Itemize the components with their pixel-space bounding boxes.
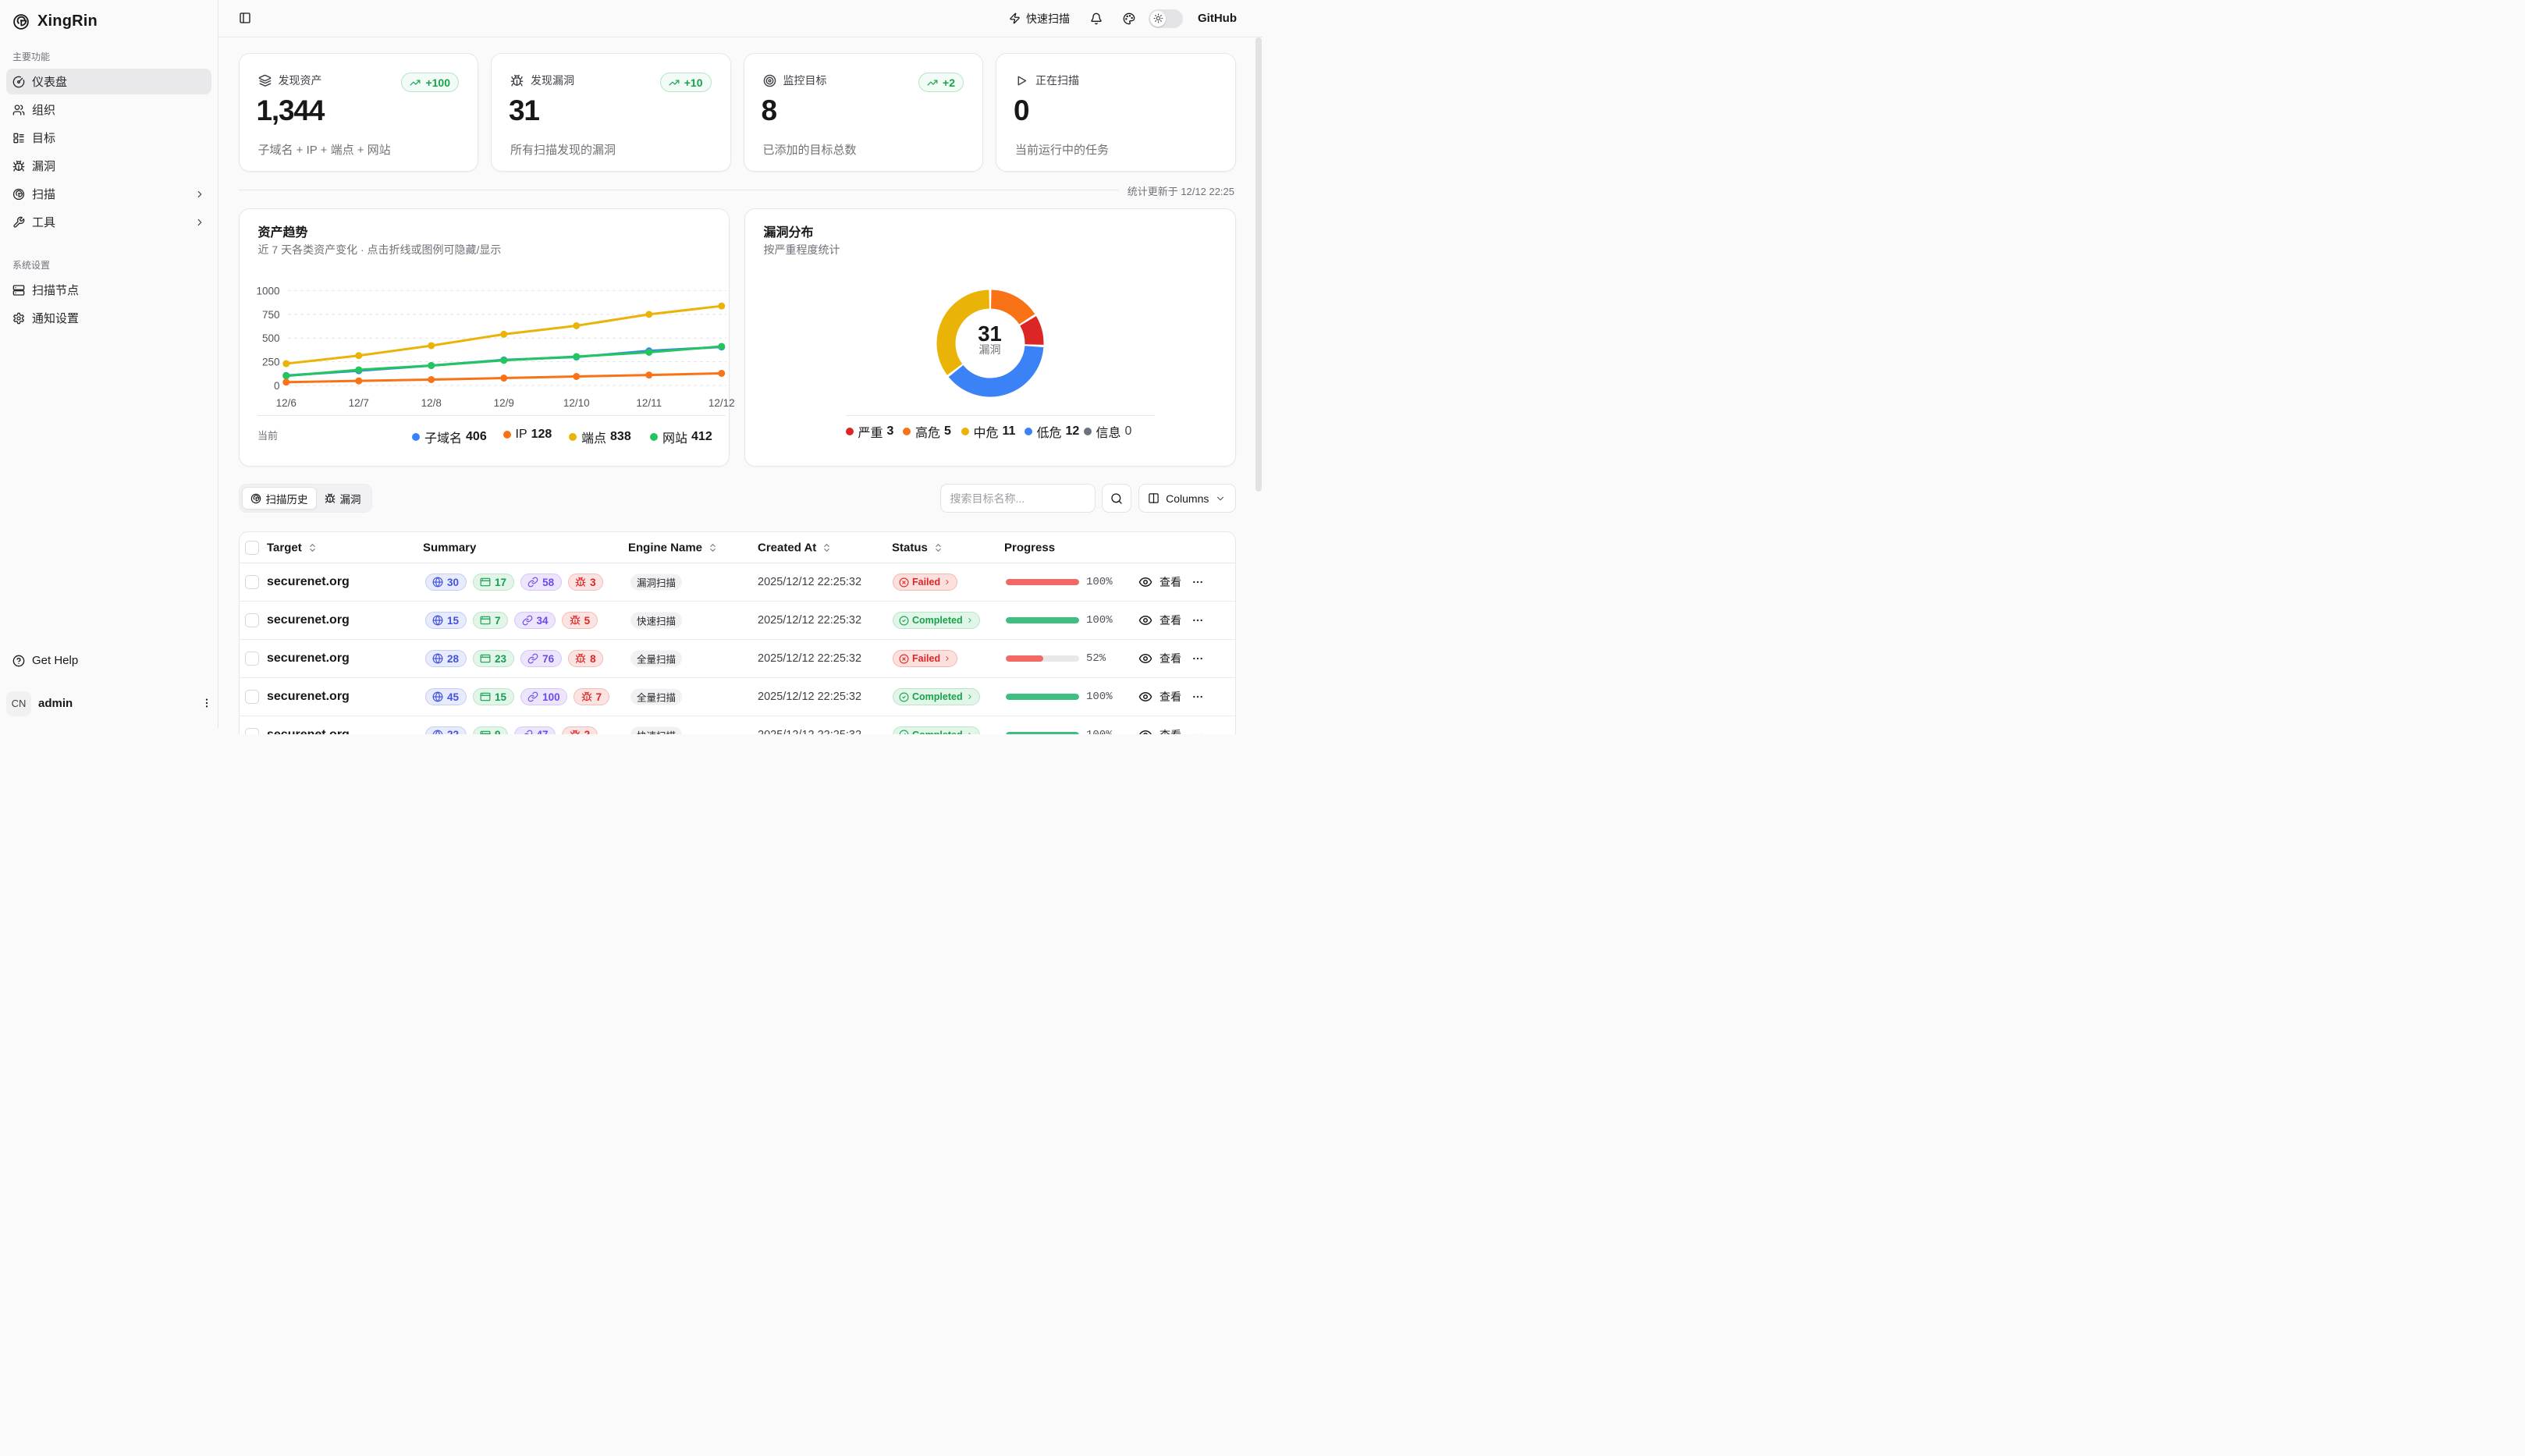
svg-text:12/8: 12/8 [421,397,441,409]
svg-text:12/11: 12/11 [636,397,662,409]
svg-text:750: 750 [261,309,279,321]
svg-text:1000: 1000 [256,286,279,297]
svg-text:12/6: 12/6 [275,397,296,409]
svg-text:12/9: 12/9 [493,397,513,409]
svg-text:12/7: 12/7 [348,397,368,409]
svg-text:500: 500 [261,332,279,344]
svg-text:0: 0 [273,380,279,392]
svg-text:12/10: 12/10 [563,397,589,409]
svg-text:12/12: 12/12 [708,397,734,409]
svg-text:250: 250 [261,357,279,368]
